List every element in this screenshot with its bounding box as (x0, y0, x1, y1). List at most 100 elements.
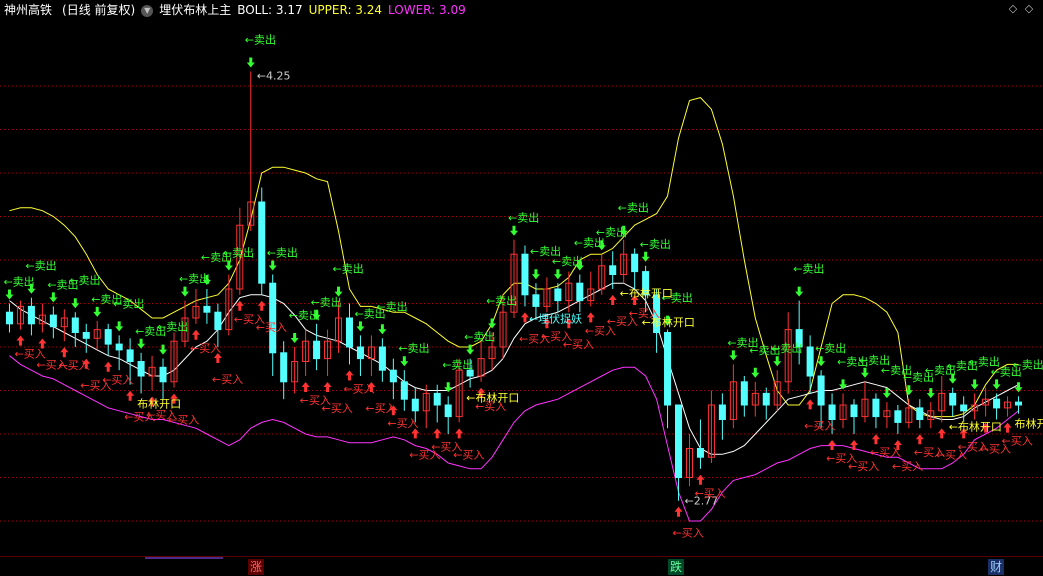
candle-body (740, 381, 748, 406)
sell-signal-label: ←卖出 (223, 246, 254, 260)
upper-value: UPPER: 3.24 (308, 3, 383, 17)
candle-body (389, 369, 397, 383)
band-open-label: ←布林开口 (949, 420, 1002, 434)
sell-arrow-icon (926, 388, 935, 399)
buy-arrow-icon (455, 428, 464, 439)
buy-arrow-icon (806, 399, 815, 410)
candle-body (5, 311, 13, 325)
sell-signal-label: ←卖出 (815, 341, 846, 355)
prev-diamond-icon[interactable]: ◇ (1007, 3, 1019, 15)
candle-body (137, 361, 145, 377)
candle-body (993, 398, 1001, 409)
buy-arrow-icon (104, 361, 113, 372)
period-label[interactable]: (日线 前复权) (62, 3, 135, 17)
event-die-badge[interactable]: 跌 (668, 559, 685, 575)
buy-signal-label: ←买入 (453, 448, 484, 461)
candle-body (400, 381, 408, 400)
candle-body (159, 366, 167, 383)
buy-signal-label: ←买入 (1002, 435, 1033, 448)
sell-arrow-icon (992, 379, 1001, 390)
sell-arrow-icon (180, 286, 189, 297)
sell-arrow-icon (553, 269, 562, 280)
buy-arrow-icon (871, 434, 880, 445)
candle-body (828, 404, 836, 420)
candle-body (82, 332, 90, 339)
sell-signal-label: ←卖出 (267, 246, 298, 260)
band-open-label: 布林开口 (1015, 417, 1043, 431)
buy-signal-label: ←买入 (212, 373, 243, 386)
candle-body (280, 352, 288, 383)
candle-body (269, 282, 277, 354)
sell-signal-label: ←卖出 (508, 211, 539, 225)
sell-arrow-icon (49, 292, 58, 303)
sell-signal-label: ←卖出 (25, 259, 56, 273)
kline-chart[interactable]: ←4.25←2.77←买入←买入←买入←买入←买入←买入←买入←买入←买入←买入… (0, 0, 1043, 556)
indicator-name[interactable]: 埋伏布林上主 (159, 3, 231, 17)
sell-signal-label: ←卖出 (333, 262, 364, 276)
sell-signal-label: ←卖出 (398, 341, 429, 355)
candle-body (532, 294, 540, 307)
sell-arrow-icon (400, 356, 409, 367)
buy-arrow-icon (828, 440, 837, 450)
event-zhang-badge[interactable]: 涨 (248, 559, 265, 575)
sell-arrow-icon (268, 260, 277, 271)
buy-arrow-icon (235, 300, 244, 311)
candle-body (850, 404, 858, 418)
sell-arrow-icon (466, 344, 475, 355)
buy-signal-label: ←买入 (168, 414, 199, 427)
sell-signal-label: ←卖出 (69, 273, 100, 287)
sell-arrow-icon (137, 338, 146, 349)
band-open-label: ←布林开口 (620, 286, 673, 300)
chevron-down-icon[interactable]: ▼ (141, 4, 154, 17)
buy-arrow-icon (586, 312, 595, 323)
stock-name[interactable]: 神州高铁 (4, 3, 52, 17)
candle-body (576, 282, 584, 302)
sell-signal-label: ←卖出 (1013, 357, 1043, 371)
buy-arrow-icon (191, 329, 200, 340)
candle-body (49, 314, 57, 328)
candle-body (104, 329, 112, 345)
buy-arrow-icon (915, 434, 924, 445)
sell-arrow-icon (356, 321, 365, 332)
sell-signal-label: ←卖出 (157, 320, 188, 334)
candle-body (631, 253, 639, 273)
sell-arrow-icon (1014, 382, 1023, 393)
candle-body (313, 340, 321, 360)
nav-buttons: ◇ ◇ (1007, 3, 1037, 17)
buy-signal-label: ←买入 (673, 527, 704, 540)
band-open-label: ←布林开口 (466, 391, 519, 405)
buy-arrow-icon (257, 300, 266, 311)
buy-signal-label: ←买入 (892, 460, 923, 473)
sell-signal-label: ←卖出 (376, 299, 407, 313)
candle-body (444, 404, 452, 418)
candle-body (894, 410, 902, 423)
buy-signal-label: ←买入 (563, 338, 594, 351)
candle-body (675, 404, 683, 478)
sell-arrow-icon (729, 350, 738, 361)
event-cai-badge[interactable]: 财 (988, 559, 1005, 575)
band-open-label: ←布林开口 (642, 315, 695, 329)
candle-body (949, 392, 957, 406)
buy-signal-label: ←买入 (694, 487, 725, 500)
sell-arrow-icon (115, 321, 124, 332)
sell-arrow-icon (531, 269, 540, 280)
candle-body (696, 448, 704, 458)
sell-signal-label: ←卖出 (245, 33, 276, 47)
sell-signal-label: ←卖出 (311, 295, 342, 309)
candle-body (258, 201, 266, 284)
buy-arrow-icon (674, 506, 683, 517)
chart-window: { "header": { "stock_name": "神州高铁", "per… (0, 0, 1043, 576)
sell-arrow-icon (5, 289, 14, 300)
candle-body (214, 311, 222, 331)
ambush-signal-label: ←埋伏捉妖 (529, 311, 582, 325)
sell-arrow-icon (970, 379, 979, 390)
sell-signal-label: ←卖出 (771, 341, 802, 355)
sell-arrow-icon (71, 298, 80, 309)
buy-arrow-icon (345, 370, 354, 381)
event-bar: 涨 跌 财 (0, 556, 1043, 576)
buy-signal-label: ←买入 (102, 374, 133, 387)
candle-body (126, 349, 134, 362)
sell-arrow-icon (290, 333, 299, 343)
band-open-label: 布林开口 (137, 396, 181, 410)
next-diamond-icon[interactable]: ◇ (1023, 3, 1035, 15)
